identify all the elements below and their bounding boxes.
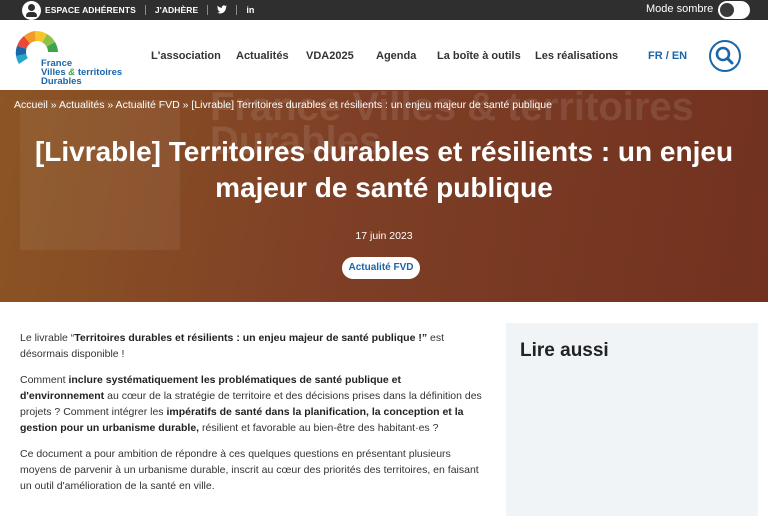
search-icon [715,46,734,65]
text: Comment [20,374,69,386]
nav-boite-a-outils[interactable]: La boîte à outils [437,50,521,62]
divider [144,5,146,15]
logo-line-3: Durables [41,76,82,87]
logo-text: France Villes & territoires Durables [41,59,123,87]
linkedin-icon[interactable]: in [246,5,254,15]
publish-date: 17 juin 2023 [355,230,413,242]
dark-mode-label: Mode sombre [646,3,714,15]
user-icon [22,0,41,20]
article-body: Le livrable “Territoires durables et rés… [20,330,482,504]
search-button[interactable] [709,40,741,72]
read-also-title: Lire aussi [520,340,609,361]
bold-text: Territoires durables et résilients : un … [74,332,428,344]
member-space-link[interactable]: ESPACE ADHÉRENTS [45,5,136,15]
join-link[interactable]: J'ADHÈRE [155,5,198,15]
read-also-sidebar: Lire aussi [506,323,758,516]
nav-agenda[interactable]: Agenda [376,50,416,62]
twitter-icon[interactable] [217,4,228,16]
top-bar: ESPACE ADHÉRENTS J'ADHÈRE in Mode sombre [0,0,768,20]
article-paragraph-2: Comment inclure systématiquement les pro… [20,372,482,436]
page-title: [Livrable] Territoires durables et résil… [34,136,734,203]
top-bar-links: ESPACE ADHÉRENTS J'ADHÈRE in [22,0,254,20]
site-logo[interactable]: France Villes & territoires Durables [13,30,123,87]
divider [236,5,238,15]
dark-mode-toggle[interactable] [718,1,750,19]
nav-realisations[interactable]: Les réalisations [535,50,618,62]
category-badge[interactable]: Actualité FVD [342,257,420,279]
text: Le livrable “ [20,332,75,344]
toggle-knob [720,3,734,17]
nav-actualites[interactable]: Actualités [236,50,289,62]
breadcrumb[interactable]: Accueil » Actualités » Actualité FVD » [… [14,99,552,111]
site-header: France Villes & territoires Durables L'a… [0,20,768,90]
nav-association[interactable]: L'association [151,50,221,62]
text: résilient et favorable au bien-être des … [199,422,439,434]
hero-banner: France Villes & territoires Durables Acc… [0,90,768,302]
article-paragraph-3: Ce document a pour ambition de répondre … [20,448,479,492]
divider [207,5,209,15]
nav-vda2025[interactable]: VDA2025 [306,50,354,62]
article-paragraph-1: Le livrable “Territoires durables et rés… [20,330,482,362]
logo-territoires: territoires [77,67,123,78]
language-switch[interactable]: FR / EN [648,50,687,62]
